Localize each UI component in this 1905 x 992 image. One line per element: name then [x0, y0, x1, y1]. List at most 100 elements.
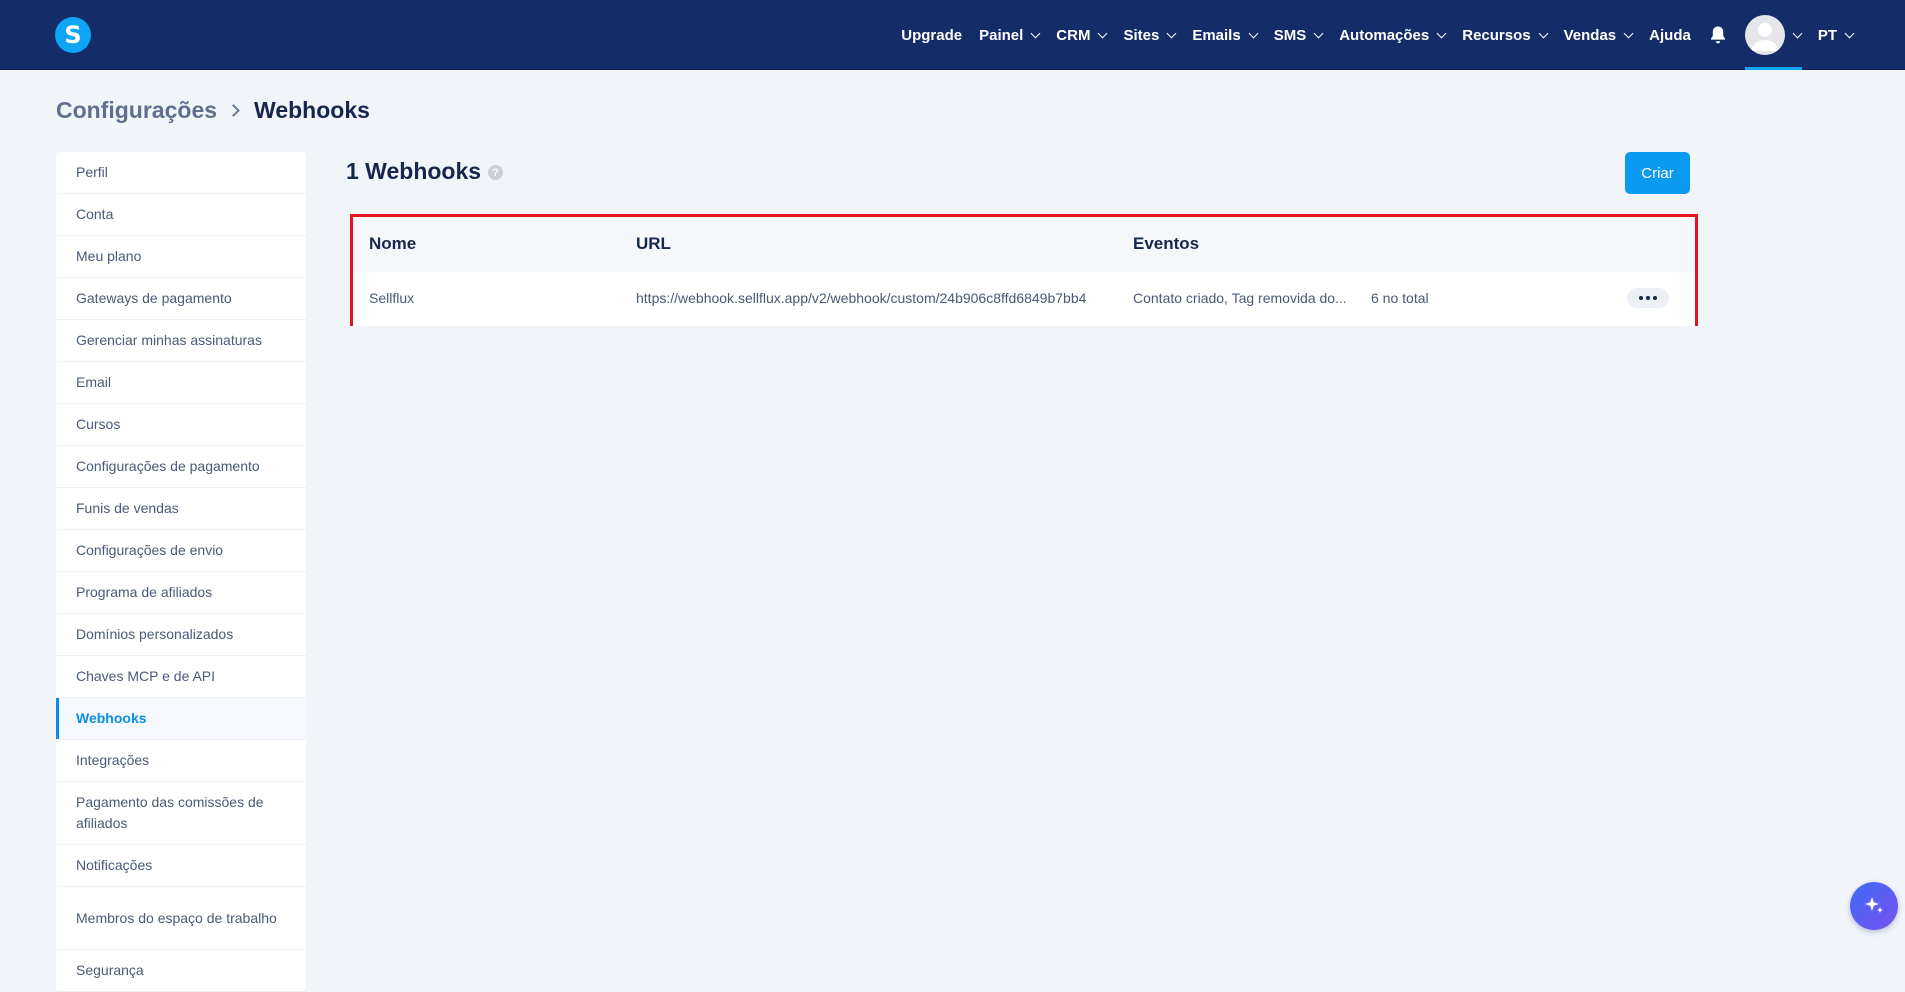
chevron-right-icon — [227, 104, 240, 117]
chevron-down-icon — [1844, 28, 1855, 38]
chevron-down-icon — [1248, 28, 1259, 38]
chevron-down-icon — [1792, 28, 1803, 38]
nav-ajuda[interactable]: Ajuda — [1649, 27, 1691, 44]
sparkle-icon — [1865, 897, 1883, 913]
more-icon — [1646, 296, 1650, 300]
sidebar-item-seguranca[interactable]: Segurança — [56, 950, 306, 992]
nav-label: CRM — [1056, 26, 1091, 44]
sidebar-item-chaves-mcp-e-de-api[interactable]: Chaves MCP e de API — [56, 656, 306, 698]
sidebar-item-notificacoes[interactable]: Notificações — [56, 845, 306, 887]
sidebar-item-configuracoes-de-pagamento[interactable]: Configurações de pagamento — [56, 446, 306, 488]
sidebar-item-webhooks[interactable]: Webhooks — [56, 698, 306, 740]
sidebar-item-programa-de-afiliados[interactable]: Programa de afiliados — [56, 572, 306, 614]
chevron-down-icon — [1030, 28, 1041, 38]
sidebar-item-label: Email — [76, 374, 112, 390]
webhook-events: Contato criado, Tag removida do... — [1133, 290, 1347, 306]
sidebar-item-label: Segurança — [76, 962, 144, 978]
chevron-down-icon — [1623, 28, 1634, 38]
language-selector[interactable]: PT — [1817, 26, 1855, 44]
app-logo[interactable]: S — [55, 17, 91, 53]
table-row[interactable]: Sellflux https://webhook.sellflux.app/v2… — [353, 272, 1695, 326]
row-actions-button[interactable] — [1627, 288, 1669, 308]
nav-label: Sites — [1123, 26, 1160, 44]
sidebar-item-label: Conta — [76, 206, 114, 222]
nav-label: Ajuda — [1649, 26, 1691, 44]
sidebar-item-label: Gerenciar minhas assinaturas — [76, 332, 262, 348]
nav-sms[interactable]: SMS — [1273, 26, 1324, 44]
webhooks-table: Nome URL Eventos Sellflux https://webhoo… — [350, 214, 1698, 326]
sidebar-item-gerenciar-minhas-assinaturas[interactable]: Gerenciar minhas assinaturas — [56, 320, 306, 362]
help-icon[interactable]: ? — [488, 165, 504, 180]
sidebar-item-label: Cursos — [76, 416, 121, 432]
sidebar-item-gateways-de-pagamento[interactable]: Gateways de pagamento — [56, 278, 306, 320]
sidebar-item-label: Gateways de pagamento — [76, 290, 232, 306]
sidebar-item-conta[interactable]: Conta — [56, 194, 306, 236]
sidebar-item-label: Programa de afiliados — [76, 584, 213, 600]
page-title-text: 1 Webhooks — [346, 158, 482, 184]
page-title: 1 Webhooks ? — [346, 158, 504, 185]
webhook-name: Sellflux — [369, 290, 415, 306]
sidebar-item-label: Notificações — [76, 857, 153, 873]
sidebar-item-pagamento-das-comissoes-de-afiliados[interactable]: Pagamento das comissões de afiliados — [56, 782, 306, 845]
sidebar-item-funis-de-vendas[interactable]: Funis de vendas — [56, 488, 306, 530]
nav-recursos[interactable]: Recursos — [1462, 26, 1549, 44]
webhook-url: https://webhook.sellflux.app/v2/webhook/… — [636, 290, 1087, 306]
sidebar-item-label: Integrações — [76, 752, 150, 768]
nav-sites[interactable]: Sites — [1123, 26, 1177, 44]
active-indicator — [1744, 67, 1802, 70]
breadcrumb: Configurações Webhooks — [56, 97, 370, 124]
webhook-events-total: 6 no total — [1371, 290, 1429, 306]
sidebar-item-meu-plano[interactable]: Meu plano — [56, 236, 306, 278]
sidebar-item-perfil[interactable]: Perfil — [56, 152, 306, 194]
main-nav: Upgrade Painel CRM Sites Emails SMS Auto… — [884, 0, 1905, 70]
chevron-down-icon — [1436, 28, 1447, 38]
breadcrumb-parent[interactable]: Configurações — [56, 97, 217, 124]
more-icon — [1653, 296, 1657, 300]
sidebar-item-dominios-personalizados[interactable]: Domínios personalizados — [56, 614, 306, 656]
nav-upgrade[interactable]: Upgrade — [901, 27, 962, 44]
nav-vendas[interactable]: Vendas — [1563, 26, 1634, 44]
nav-crm[interactable]: CRM — [1056, 26, 1108, 44]
nav-label: Painel — [979, 26, 1024, 44]
sidebar-item-label: Configurações de envio — [76, 542, 224, 558]
more-icon — [1639, 296, 1643, 300]
sidebar-item-email[interactable]: Email — [56, 362, 306, 404]
sidebar-item-integracoes[interactable]: Integrações — [56, 740, 306, 782]
sidebar-item-cursos[interactable]: Cursos — [56, 404, 306, 446]
nav-automacoes[interactable]: Automações — [1339, 26, 1447, 44]
nav-painel[interactable]: Painel — [979, 26, 1041, 44]
sidebar-item-label: Perfil — [76, 164, 108, 180]
sidebar-item-label: Domínios personalizados — [76, 626, 234, 642]
chevron-down-icon — [1313, 28, 1324, 38]
chevron-down-icon — [1538, 28, 1549, 38]
sidebar-item-label: Pagamento das comissões de afiliados — [76, 794, 264, 831]
language-label: PT — [1817, 26, 1837, 44]
column-header-name: Nome — [369, 234, 417, 253]
sidebar-item-label: Membros do espaço de trabalho — [76, 909, 277, 926]
nav-label: SMS — [1273, 26, 1307, 44]
sidebar-item-configuracoes-de-envio[interactable]: Configurações de envio — [56, 530, 306, 572]
create-webhook-button[interactable]: Criar — [1625, 152, 1690, 194]
nav-emails[interactable]: Emails — [1192, 26, 1259, 44]
ai-assistant-button[interactable] — [1850, 882, 1898, 930]
settings-sidebar: Perfil Conta Meu plano Gateways de pagament… — [56, 152, 306, 992]
sidebar-item-label: Meu plano — [76, 248, 142, 264]
user-menu[interactable] — [1744, 0, 1803, 70]
sidebar-item-label: Webhooks — [76, 710, 147, 726]
chevron-down-icon — [1098, 28, 1108, 38]
top-navbar: S Upgrade Painel CRM Sites Emails SMS Au… — [0, 0, 1905, 70]
column-header-events: Eventos — [1133, 234, 1200, 253]
table-header: Nome URL Eventos — [353, 217, 1695, 272]
nav-label: Emails — [1192, 26, 1241, 44]
sidebar-item-membros-do-espaco-de-trabalho[interactable]: Membros do espaço de trabalho — [56, 887, 306, 950]
column-header-url: URL — [636, 234, 671, 253]
sidebar-item-label: Configurações de pagamento — [76, 458, 260, 474]
nav-label: Recursos — [1462, 26, 1531, 44]
bell-icon[interactable] — [1709, 25, 1727, 45]
breadcrumb-current: Webhooks — [254, 97, 370, 123]
nav-label: Vendas — [1563, 26, 1617, 44]
nav-label: Upgrade — [901, 26, 963, 44]
nav-label: Automações — [1339, 26, 1430, 44]
sidebar-item-label: Chaves MCP e de API — [76, 668, 216, 684]
sidebar-item-label: Funis de vendas — [76, 500, 179, 516]
